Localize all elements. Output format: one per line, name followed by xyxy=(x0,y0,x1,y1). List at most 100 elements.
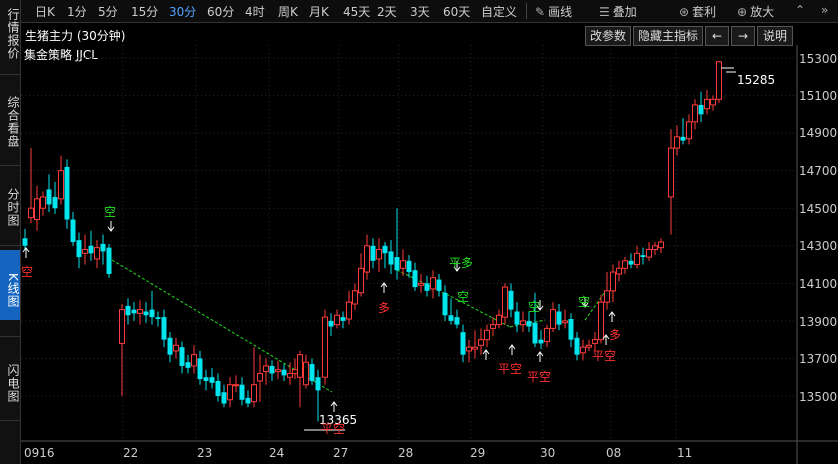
candle-body xyxy=(100,243,106,252)
arbitrage-button[interactable]: ⊛ 套利 xyxy=(679,3,716,20)
overlay-button[interactable]: ☰ 叠加 xyxy=(599,3,637,20)
candle-body xyxy=(119,309,125,344)
candle-body xyxy=(418,282,424,286)
signal-label: 空 xyxy=(21,265,34,279)
candle-body xyxy=(716,61,722,100)
period-weekly[interactable]: 周K xyxy=(278,3,298,20)
period-3day[interactable]: 3天 xyxy=(410,3,430,20)
high-marker xyxy=(721,67,736,73)
candle-body xyxy=(508,290,514,310)
expand-icon[interactable]: » xyxy=(821,3,828,17)
signal-arrow xyxy=(508,344,516,355)
candle-body xyxy=(710,98,716,106)
candle-body xyxy=(191,354,197,367)
candle-body xyxy=(370,245,376,261)
period-5min[interactable]: 5分 xyxy=(98,3,118,20)
period-1min[interactable]: 1分 xyxy=(67,3,87,20)
candle-body xyxy=(674,136,680,149)
candle-body xyxy=(382,245,388,254)
candle-body xyxy=(257,372,263,382)
candle-body xyxy=(514,311,520,325)
candle-body xyxy=(376,249,382,260)
candle-body xyxy=(346,301,352,320)
candle-body xyxy=(40,196,46,209)
left-arrow-button[interactable]: ← xyxy=(705,26,729,46)
period-60min[interactable]: 60分 xyxy=(207,3,234,20)
price-tick: 15100 xyxy=(799,89,838,103)
candle-body xyxy=(490,324,496,329)
candle-body xyxy=(592,339,598,344)
candle-body xyxy=(358,267,364,294)
period-45day[interactable]: 45天 xyxy=(343,3,370,20)
candle-body xyxy=(556,311,562,325)
signal-arrow xyxy=(536,351,544,362)
price-tick: 13500 xyxy=(799,390,838,404)
candle-body xyxy=(640,255,646,258)
signal-label: 空 xyxy=(578,295,591,309)
candle-body xyxy=(179,347,185,366)
period-2day[interactable]: 2天 xyxy=(377,3,397,20)
change-params-button[interactable]: 改参数 xyxy=(585,26,631,46)
signal-arrow xyxy=(482,349,490,360)
period-monthly[interactable]: 月K xyxy=(309,3,329,20)
candle-body xyxy=(52,196,58,209)
candle-body xyxy=(275,369,281,373)
candle-body xyxy=(64,166,70,220)
signal-label: 空 xyxy=(528,300,541,314)
scroll-up-icon[interactable]: ⌃ xyxy=(795,3,805,17)
candle-body xyxy=(22,238,28,246)
period-custom[interactable]: 自定义 xyxy=(481,3,517,20)
candle-body xyxy=(406,260,412,273)
period-4h[interactable]: 4时 xyxy=(245,3,265,20)
signal-label: 平多 xyxy=(449,256,474,270)
price-tick: 14300 xyxy=(799,239,838,253)
candle-body xyxy=(269,365,275,374)
candle-body xyxy=(388,251,394,265)
candle-body xyxy=(88,245,94,254)
candle-body xyxy=(263,365,269,373)
signal-label: 多 xyxy=(609,328,622,342)
help-button[interactable]: 说明 xyxy=(757,26,793,46)
pencil-icon: ✎ xyxy=(535,5,546,19)
magnifier-icon: ⊕ xyxy=(737,5,748,19)
price-tick: 13900 xyxy=(799,315,838,329)
candle-body xyxy=(28,207,34,219)
date-tick: 27 xyxy=(333,446,349,460)
candle-body xyxy=(544,327,550,343)
candle-body xyxy=(173,344,179,352)
candle-body xyxy=(245,397,251,404)
signal-arrow xyxy=(330,401,338,412)
zoom-in-button[interactable]: ⊕ 放大 xyxy=(737,3,774,20)
sidebar-item-lightning[interactable]: 闪电图 xyxy=(0,360,20,406)
sidebar-item-overview[interactable]: 综合看盘 xyxy=(0,94,20,150)
candle-body xyxy=(598,301,604,341)
candle-body xyxy=(430,277,436,290)
sidebar-item-timeshare[interactable]: 分时图 xyxy=(0,184,20,230)
candle-body xyxy=(315,377,321,391)
candle-body xyxy=(466,346,472,352)
candle-body xyxy=(352,290,358,305)
candle-body xyxy=(520,320,526,326)
candlesticks xyxy=(22,60,722,422)
date-tick: 22 xyxy=(123,446,139,460)
hide-indicator-button[interactable]: 隐藏主指标 xyxy=(633,26,703,46)
period-daily[interactable]: 日K xyxy=(35,3,55,20)
period-60day[interactable]: 60天 xyxy=(443,3,470,20)
candle-body xyxy=(616,267,622,275)
candle-body xyxy=(281,369,287,376)
draw-line-button[interactable]: ✎ 画线 xyxy=(535,3,572,20)
date-tick: 24 xyxy=(269,446,285,460)
kline-chart[interactable] xyxy=(21,45,838,464)
sidebar-item-kline[interactable]: K线图 xyxy=(0,250,20,320)
chart-title: 生猪主力 (30分钟) xyxy=(25,29,126,43)
sidebar-item-quotes[interactable]: 行情报价 xyxy=(0,6,20,62)
candle-body xyxy=(634,252,640,266)
period-30min[interactable]: 30分 xyxy=(169,3,196,20)
period-15min[interactable]: 15分 xyxy=(131,3,158,20)
price-tick: 14700 xyxy=(799,164,838,178)
candle-body xyxy=(322,316,328,378)
candle-body xyxy=(496,314,502,326)
candle-body xyxy=(400,260,406,269)
signal-label: 平空 xyxy=(527,370,552,384)
right-arrow-button[interactable]: → xyxy=(731,26,755,46)
